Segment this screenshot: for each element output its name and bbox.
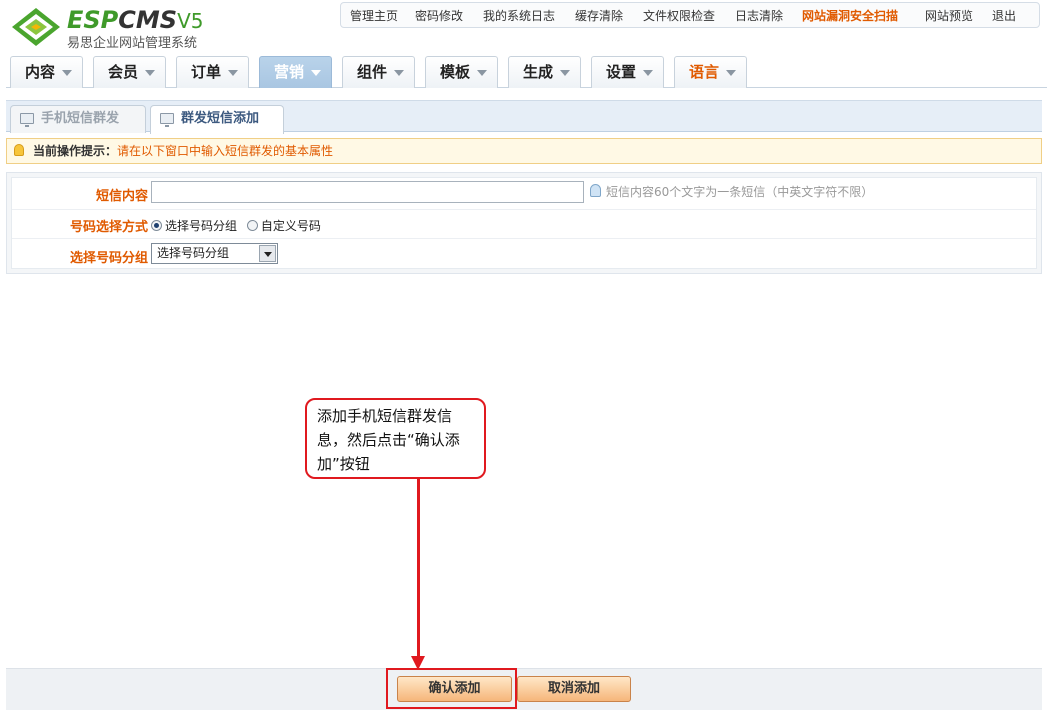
- topbar-link-clear-cache[interactable]: 缓存清除: [575, 7, 623, 24]
- topbar-link-security-scan[interactable]: 网站漏洞安全扫描: [802, 7, 898, 24]
- radio-checked-icon[interactable]: [151, 220, 162, 231]
- logo: ESPCMSV5 易思企业网站管理系统: [10, 4, 230, 51]
- chevron-down-icon: [228, 70, 238, 76]
- sms-content-hint: 短信内容60个文字为一条短信（中英文字符不限）: [590, 183, 873, 200]
- topbar-link-system-log[interactable]: 我的系统日志: [483, 7, 555, 24]
- top-utility-bar: 管理主页 密码修改 我的系统日志 缓存清除 文件权限检查 日志清除 网站漏洞安全…: [340, 2, 1040, 28]
- sms-content-label: 短信内容: [95, 189, 148, 204]
- subtab-add-broadcast[interactable]: 群发短信添加: [150, 105, 284, 134]
- logo-title: ESPCMSV5: [67, 6, 204, 34]
- chevron-down-icon: [643, 70, 653, 76]
- logo-mark-icon: [12, 8, 60, 46]
- topbar-link-home[interactable]: 管理主页: [350, 7, 398, 24]
- nav-tab-content[interactable]: 内容: [10, 56, 83, 88]
- nav-tab-language[interactable]: 语言: [674, 56, 747, 88]
- topbar-link-clear-log[interactable]: 日志清除: [735, 7, 783, 24]
- chevron-down-icon: [560, 70, 570, 76]
- radio-custom-number[interactable]: 自定义号码: [246, 219, 321, 233]
- number-mode-label: 号码选择方式: [69, 220, 148, 235]
- chevron-down-icon: [62, 70, 72, 76]
- logo-subtitle: 易思企业网站管理系统: [67, 36, 198, 51]
- chevron-down-icon: [145, 70, 155, 76]
- main-nav: 内容 会员 订单 营销 组件 模板 生成 设置 语言: [6, 56, 1047, 88]
- row-number-group: 选择号码分组 选择号码分组: [12, 239, 1036, 270]
- monitor-icon: [20, 113, 34, 127]
- nav-tab-settings[interactable]: 设置: [591, 56, 664, 88]
- radio-select-group[interactable]: 选择号码分组: [151, 219, 237, 233]
- tip-label: 当前操作提示：: [33, 144, 118, 158]
- nav-tab-components[interactable]: 组件: [342, 56, 415, 88]
- chevron-down-icon: [477, 70, 487, 76]
- operation-tip: 当前操作提示：请在以下窗口中输入短信群发的基本属性: [6, 138, 1042, 164]
- sms-content-input[interactable]: [151, 181, 584, 203]
- radio-unchecked-icon[interactable]: [246, 220, 258, 231]
- number-mode-radio-group: 选择号码分组 自定义号码: [151, 217, 321, 234]
- monitor-icon: [160, 113, 174, 127]
- topbar-link-preview[interactable]: 网站预览: [925, 7, 973, 24]
- nav-tab-marketing[interactable]: 营销: [259, 56, 332, 88]
- nav-tab-generate[interactable]: 生成: [508, 56, 581, 88]
- lightbulb-icon: [590, 184, 601, 197]
- topbar-link-password[interactable]: 密码修改: [415, 7, 463, 24]
- sub-tab-bar: 手机短信群发 群发短信添加: [6, 100, 1042, 134]
- nav-tab-templates[interactable]: 模板: [425, 56, 498, 88]
- annotation-arrow-line: [417, 479, 420, 659]
- topbar-link-file-permission[interactable]: 文件权限检查: [643, 7, 715, 24]
- chevron-down-icon: [394, 70, 404, 76]
- row-sms-content: 短信内容 短信内容60个文字为一条短信（中英文字符不限）: [12, 178, 1036, 210]
- number-group-select[interactable]: 选择号码分组: [151, 243, 278, 264]
- annotation-highlight-box: [386, 668, 517, 709]
- chevron-down-icon: [311, 70, 321, 76]
- number-group-label: 选择号码分组: [69, 251, 148, 266]
- nav-tab-members[interactable]: 会员: [93, 56, 166, 88]
- dropdown-arrow-icon[interactable]: [259, 245, 276, 262]
- row-number-mode: 号码选择方式 选择号码分组 自定义号码: [12, 210, 1036, 239]
- cancel-add-button[interactable]: 取消添加: [517, 676, 631, 702]
- annotation-callout: 添加手机短信群发信息，然后点击“确认添加”按钮: [305, 398, 486, 479]
- subtab-sms-broadcast[interactable]: 手机短信群发: [10, 105, 146, 133]
- topbar-link-logout[interactable]: 退出: [992, 7, 1016, 24]
- tip-text: 请在以下窗口中输入短信群发的基本属性: [117, 144, 334, 158]
- nav-tab-orders[interactable]: 订单: [176, 56, 249, 88]
- lightbulb-icon: [14, 144, 24, 156]
- sms-form: 短信内容 短信内容60个文字为一条短信（中英文字符不限） 号码选择方式 选择号码…: [6, 172, 1042, 274]
- chevron-down-icon: [726, 70, 736, 76]
